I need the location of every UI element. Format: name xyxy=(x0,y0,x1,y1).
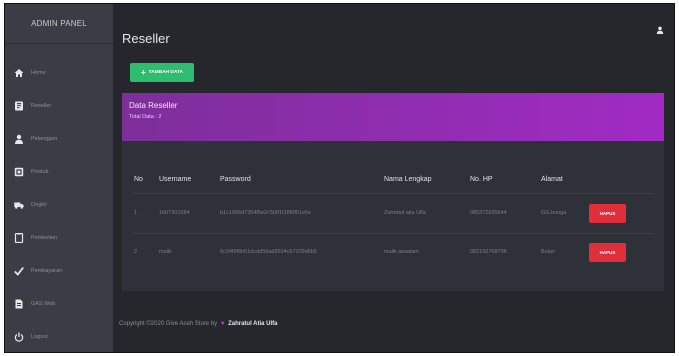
page-title: Reseller xyxy=(122,31,170,46)
column-header-username: Username xyxy=(159,176,192,183)
delete-button[interactable]: HAPUS xyxy=(589,243,626,262)
card-header: Data Reseller Total Data : 2 xyxy=(122,93,664,141)
cell-nama-lengkap: malik assalam xyxy=(384,249,419,255)
cell-no-hp: 085372635544 xyxy=(470,210,507,216)
add-button-label: TAMBAH DATA xyxy=(148,70,184,75)
user-icon xyxy=(14,134,24,144)
sidebar-item-reseller[interactable]: Reseller xyxy=(5,95,113,117)
plus-icon: + xyxy=(140,67,146,77)
sidebar-item-pembelian[interactable]: Pembelian xyxy=(5,227,113,249)
sidebar-item-home[interactable]: Home xyxy=(5,62,113,84)
column-header-alamat: Alamat xyxy=(541,176,563,183)
copyright-text: Copyright ©2020 Give Aceh Store by xyxy=(119,321,218,327)
sidebar-item-label: Home xyxy=(31,70,46,76)
sidebar-item-ongkir[interactable]: Ongkir xyxy=(5,194,113,216)
sidebar-item-label: Reseller xyxy=(31,103,52,109)
sidebar-item-logout[interactable]: Logout xyxy=(5,326,113,348)
cell-password: b1c1656d7354f5e2c5081f18f6f51e5e xyxy=(220,210,312,216)
footer: Copyright ©2020 Give Aceh Store by ♥ Zah… xyxy=(119,321,278,327)
reseller-table: No Username Password Nama Lengkap No. HP… xyxy=(122,141,664,291)
row-divider xyxy=(133,233,654,234)
sidebar-item-label: Produk xyxy=(31,169,49,175)
column-header-password: Password xyxy=(220,176,251,183)
heart-icon: ♥ xyxy=(220,321,225,327)
sidebar-item-label: Logout xyxy=(31,334,48,340)
card-title: Data Reseller xyxy=(129,101,178,110)
file-icon xyxy=(14,299,24,309)
delete-button[interactable]: HAPUS xyxy=(589,204,626,223)
sidebar-item-pelanggan[interactable]: Pelanggan xyxy=(5,128,113,150)
cell-alamat: Bulan xyxy=(541,249,556,255)
total-count: Total Data : 2 xyxy=(129,114,162,120)
column-header-nama-lengkap: Nama Lengkap xyxy=(384,176,432,183)
sidebar-item-label: Ongkir xyxy=(31,202,48,208)
sidebar-header: ADMIN PANEL xyxy=(5,4,113,44)
app-window: ADMIN PANEL Home Reseller Pelanggan Prod xyxy=(4,3,675,353)
sidebar-item-pembayaran[interactable]: Pembayaran xyxy=(5,260,113,282)
cell-alamat: GG.bunga xyxy=(541,210,567,216)
power-icon xyxy=(14,332,24,342)
document-icon xyxy=(14,233,24,243)
sidebar-item-produk[interactable]: Produk xyxy=(5,161,113,183)
brand-title: ADMIN PANEL xyxy=(31,19,87,28)
author-name: Zahratul Atia Ulfa xyxy=(228,321,278,327)
sidebar: ADMIN PANEL Home Reseller Pelanggan Prod xyxy=(5,4,113,352)
cell-no: 2 xyxy=(134,249,138,255)
main-content: Reseller + TAMBAH DATA Data Reseller Tot… xyxy=(113,4,674,352)
home-icon xyxy=(14,68,24,78)
sidebar-item-label: Pelanggan xyxy=(31,136,58,142)
column-header-no: No xyxy=(134,176,143,183)
check-icon xyxy=(14,266,24,276)
column-header-no-hp: No. HP xyxy=(470,176,493,183)
cell-nama-lengkap: Zahratul atia Ulfa xyxy=(384,210,426,216)
cell-username: 1667301084 xyxy=(159,210,190,216)
cell-username: malik xyxy=(159,249,172,255)
header-divider xyxy=(133,193,654,194)
cell-password: 6c34f6f6b51dcdd56ad9204c67209d6b5 xyxy=(220,249,317,255)
add-data-button[interactable]: + TAMBAH DATA xyxy=(130,63,194,82)
user-icon[interactable] xyxy=(656,26,664,34)
product-icon xyxy=(14,167,24,177)
sidebar-item-gas-web[interactable]: GAS Web xyxy=(5,293,113,315)
sidebar-item-label: GAS Web xyxy=(31,301,56,307)
truck-icon xyxy=(14,200,24,210)
cell-no-hp: 082156768796 xyxy=(470,249,507,255)
sidebar-item-label: Pembayaran xyxy=(31,268,63,274)
sidebar-item-label: Pembelian xyxy=(31,235,57,241)
id-card-icon xyxy=(14,101,24,111)
cell-no: 1 xyxy=(134,210,138,216)
